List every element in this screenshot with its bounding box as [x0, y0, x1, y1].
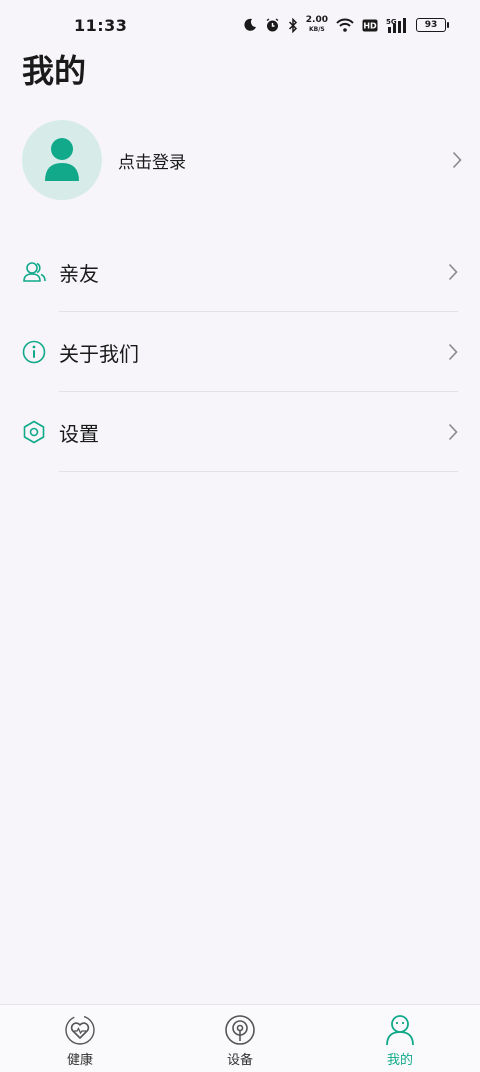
user-avatar-icon [45, 138, 79, 181]
bottom-tab-bar: 健康 设备 我的 [0, 1004, 480, 1072]
status-bar: 11:33 2.00 KB/S HD 5G 93 [0, 0, 480, 50]
moon-icon [244, 18, 256, 31]
alarm-icon [266, 17, 279, 31]
signal-icon: 5G [386, 17, 406, 33]
hd-label: HD [363, 21, 377, 30]
menu-item-label: 亲友 [59, 261, 99, 286]
chevron-right-icon [448, 343, 458, 361]
status-icons: 2.00 KB/S HD 5G 93 [243, 16, 449, 34]
tab-health[interactable]: 健康 [0, 1005, 160, 1072]
menu-item-friends[interactable]: 亲友 [0, 232, 480, 312]
friends-icon [22, 260, 46, 284]
profile-login-row[interactable]: 点击登录 [22, 120, 462, 200]
network-speed: 2.00 KB/S [306, 16, 328, 34]
status-time: 11:33 [74, 15, 128, 35]
info-icon [22, 340, 46, 364]
tab-label: 设备 [226, 1053, 253, 1068]
battery-level: 93 [424, 20, 438, 30]
menu-item-about[interactable]: 关于我们 [0, 312, 480, 392]
tab-label: 我的 [386, 1053, 413, 1068]
chevron-right-icon [448, 423, 458, 441]
menu-item-label: 关于我们 [59, 341, 139, 366]
hd-icon: HD [362, 19, 378, 31]
battery-indicator: 93 [416, 18, 449, 32]
login-label[interactable]: 点击登录 [118, 148, 452, 173]
chevron-right-icon [448, 263, 458, 281]
menu-item-label: 设置 [59, 421, 99, 446]
wifi-icon [336, 18, 354, 32]
health-icon [65, 1015, 95, 1045]
network-speed-unit: KB/S [309, 26, 325, 33]
chevron-right-icon [452, 151, 462, 169]
divider [59, 471, 458, 472]
menu-item-settings[interactable]: 设置 [0, 392, 480, 472]
page-title: 我的 [22, 52, 87, 90]
device-icon [225, 1015, 255, 1045]
menu-list: 亲友 关于我们 设置 [0, 232, 480, 472]
me-icon [386, 1015, 414, 1046]
network-speed-value: 2.00 [305, 15, 328, 25]
avatar[interactable] [22, 120, 102, 200]
tab-device[interactable]: 设备 [160, 1005, 320, 1072]
tab-me[interactable]: 我的 [320, 1005, 480, 1072]
bluetooth-icon [288, 17, 297, 33]
tab-label: 健康 [66, 1053, 93, 1068]
settings-icon [22, 420, 46, 444]
